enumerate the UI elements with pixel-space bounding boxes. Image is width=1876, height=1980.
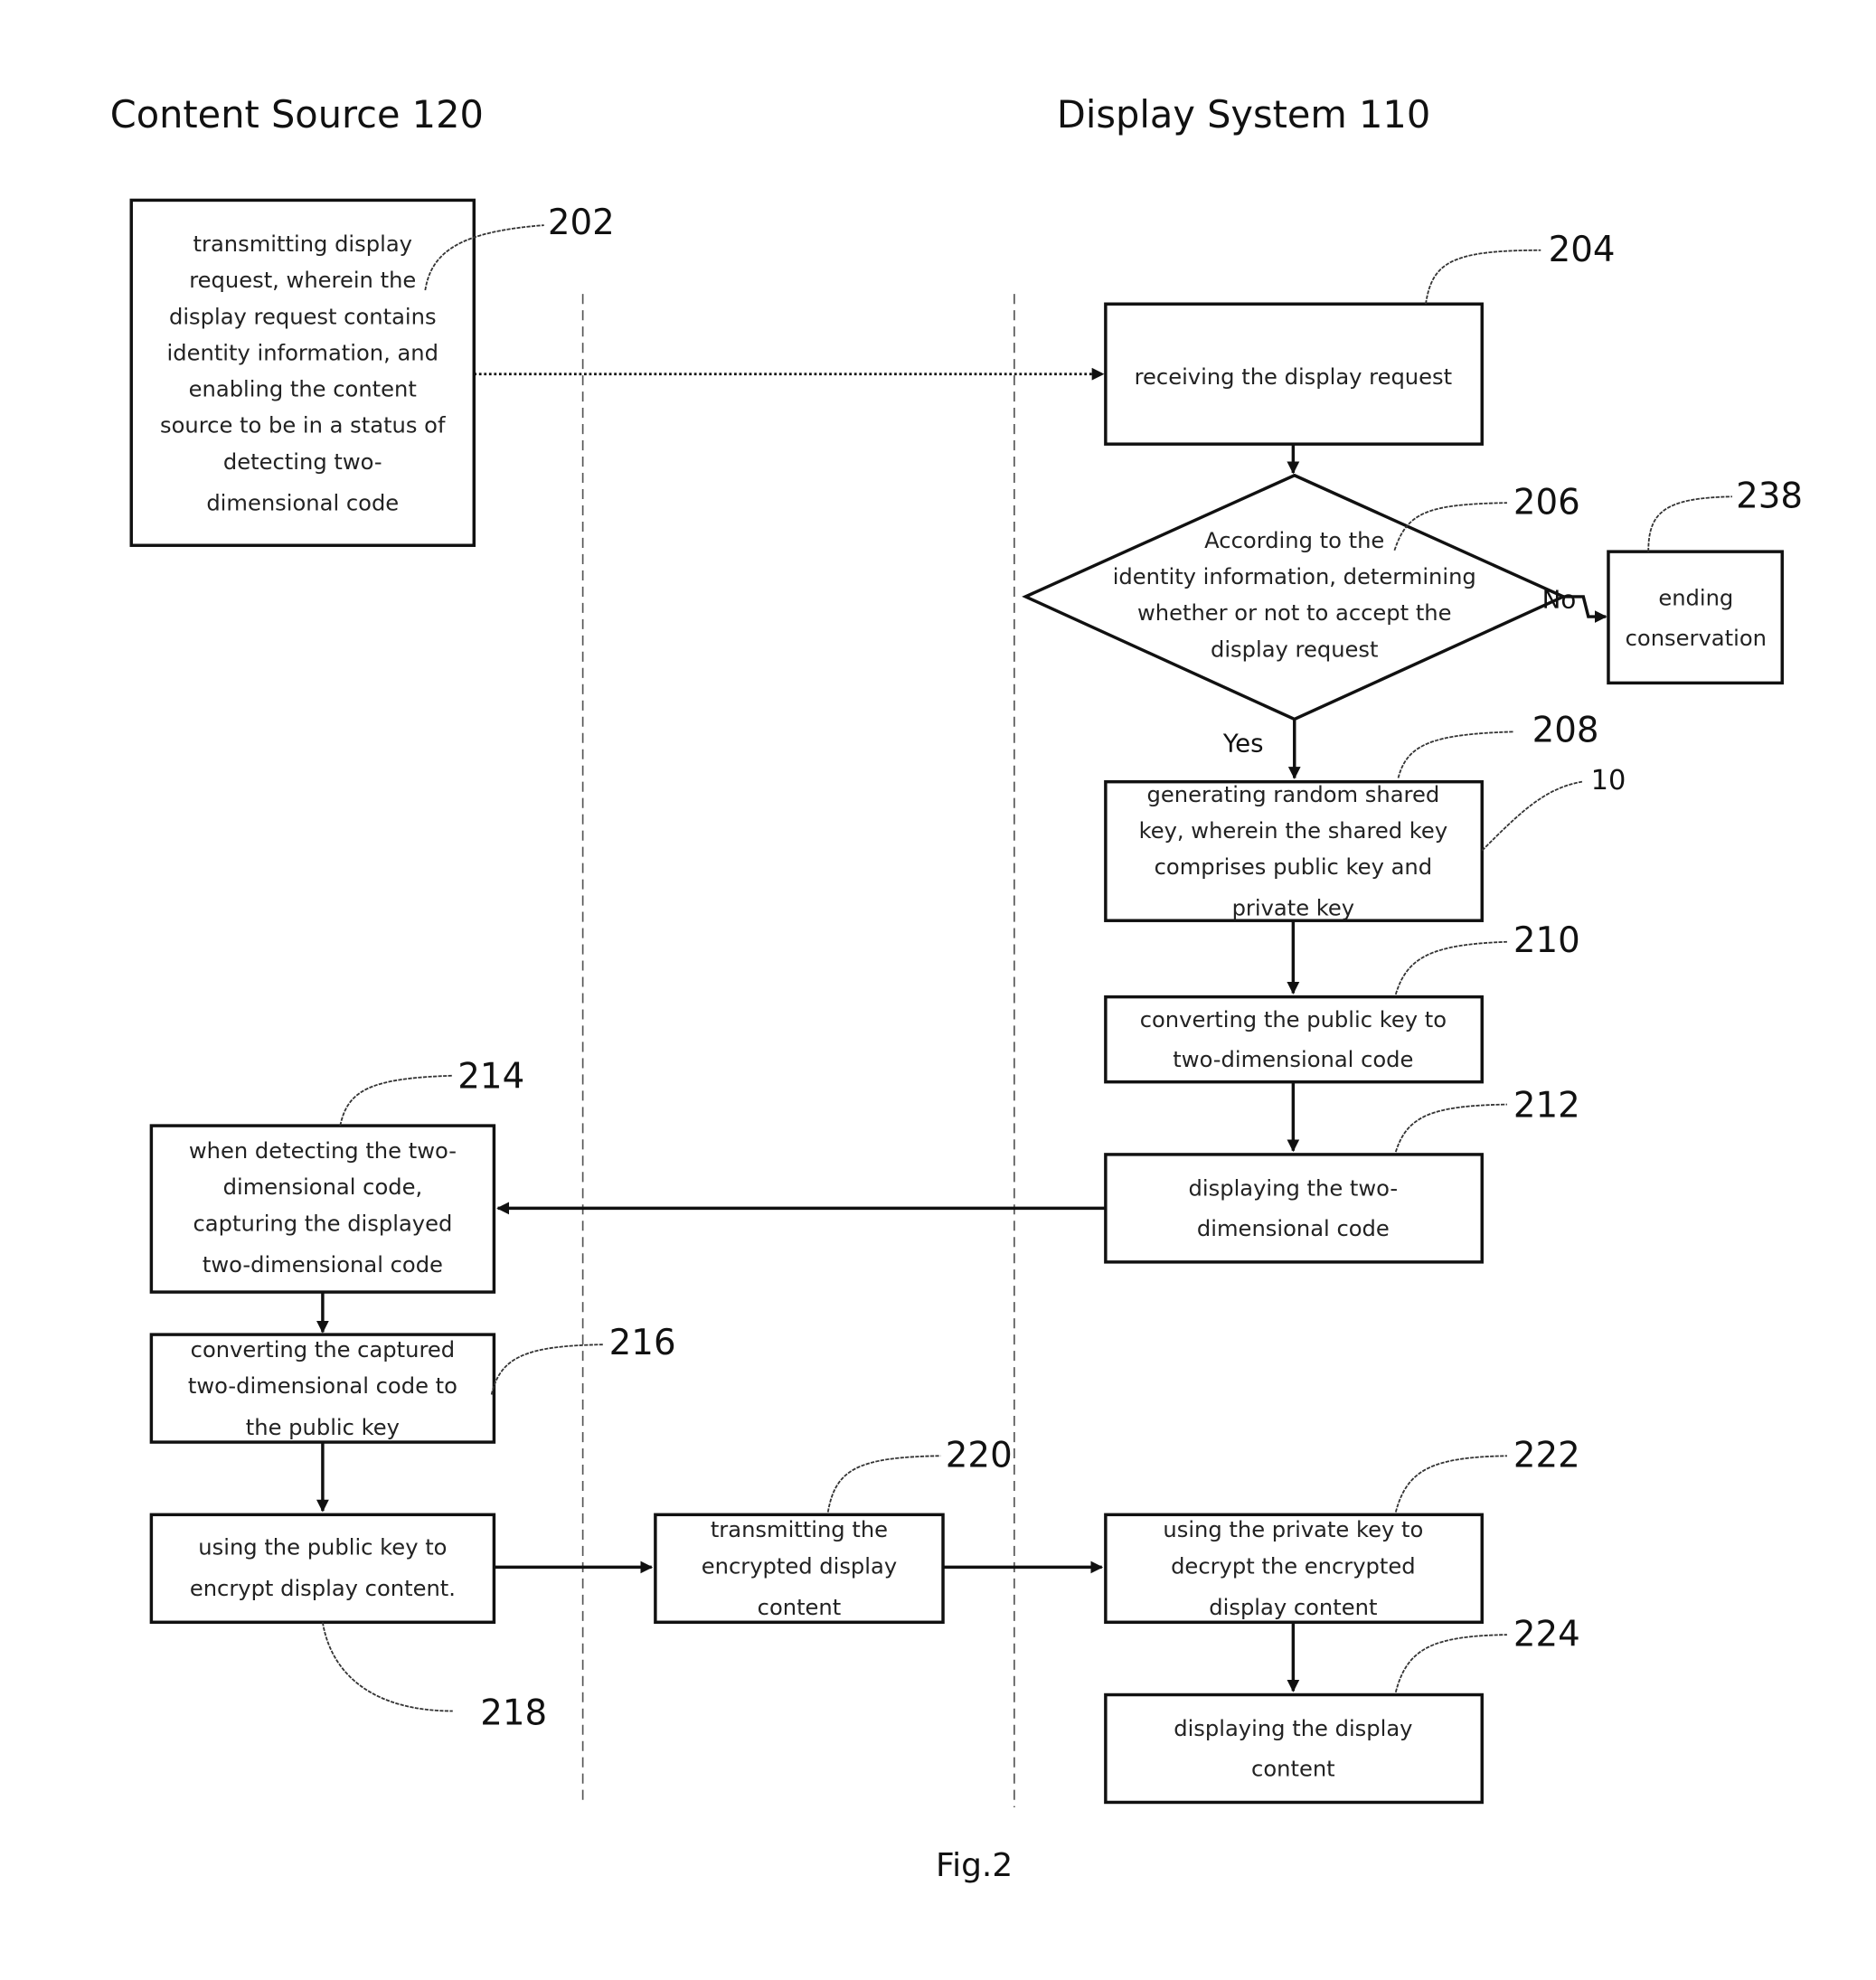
flowchart: Content Source 120 Display System 110 tr… (110, 92, 1803, 1884)
decision-206: According to the identity information, d… (1022, 473, 1580, 721)
leader-210 (1394, 940, 1507, 995)
branch-label-no: No (1542, 584, 1577, 614)
leader-204 (1425, 249, 1541, 305)
svg-text:using the private key to: using the private key to (1163, 1517, 1423, 1542)
ref-210: 210 (1513, 920, 1580, 961)
ref-220: 220 (946, 1436, 1013, 1476)
leader-220 (826, 1455, 941, 1513)
leader-10 (1481, 780, 1583, 852)
figure-caption: Fig.2 (936, 1847, 1013, 1884)
step-212-text-1: displaying the two- (1189, 1176, 1399, 1202)
svg-text:converting the captured: converting the captured (191, 1337, 455, 1362)
lane-title-content-source: Content Source 120 (110, 92, 484, 137)
leader-218 (322, 1622, 453, 1712)
step-218-text-2: encrypt display content. (190, 1576, 456, 1601)
step-220: transmitting the encrypted display conte… (654, 1436, 1013, 1625)
step-224-text-2: content (1251, 1756, 1335, 1781)
svg-text:key, wherein the shared key: key, wherein the shared key (1139, 818, 1448, 844)
step-214: when detecting the two- dimensional code… (149, 1057, 524, 1294)
svg-text:identity information, and: identity information, and (167, 340, 438, 365)
ref-218: 218 (480, 1693, 547, 1734)
step-210: converting the public key to two-dimensi… (1104, 920, 1580, 1084)
svg-text:enabling the content: enabling the content (189, 377, 417, 402)
leader-212 (1394, 1103, 1507, 1153)
svg-text:display request: display request (1211, 636, 1379, 662)
ref-214: 214 (457, 1057, 524, 1098)
ref-206: 206 (1513, 483, 1580, 523)
leader-208 (1397, 731, 1513, 778)
svg-text:identity information, determin: identity information, determining (1113, 564, 1476, 589)
step-204: receiving the display request 204 (1104, 230, 1616, 446)
ref-208: 208 (1532, 710, 1599, 750)
step-224-text-1: displaying the display (1174, 1716, 1412, 1741)
step-202: transmitting display request, wherein th… (129, 198, 615, 547)
svg-text:when detecting the two-: when detecting the two- (189, 1138, 457, 1164)
leader-216 (490, 1344, 603, 1395)
svg-text:source to be in a status of: source to be in a status of (160, 413, 446, 438)
leader-214 (339, 1074, 453, 1127)
leader-238 (1647, 495, 1732, 552)
svg-text:comprises public key and: comprises public key and (1155, 854, 1432, 880)
step-212: displaying the two- dimensional code 212 (1104, 1085, 1580, 1264)
step-238: ending conservation 238 (1607, 476, 1803, 685)
ref-238: 238 (1736, 476, 1803, 517)
ref-10: 10 (1591, 765, 1626, 797)
svg-text:According to the: According to the (1204, 528, 1384, 553)
svg-text:display request contains: display request contains (169, 304, 437, 329)
step-222: using the private key to decrypt the enc… (1104, 1436, 1580, 1625)
svg-text:display content: display content (1209, 1595, 1377, 1620)
step-218: using the public key to encrypt display … (149, 1513, 547, 1734)
step-210-text-2: two-dimensional code (1173, 1047, 1413, 1072)
step-204-text: receiving the display request (1135, 364, 1453, 390)
svg-text:transmitting the: transmitting the (711, 1517, 888, 1542)
step-224: displaying the display content 224 (1104, 1615, 1580, 1805)
svg-text:the public key: the public key (246, 1415, 400, 1440)
svg-text:two-dimensional code to: two-dimensional code to (188, 1373, 457, 1399)
ref-216: 216 (609, 1323, 676, 1363)
lane-title-display-system: Display System 110 (1057, 92, 1430, 137)
svg-text:whether or not to accept the: whether or not to accept the (1137, 600, 1452, 626)
svg-text:dimensional code: dimensional code (206, 490, 399, 515)
svg-text:encrypted display: encrypted display (702, 1553, 897, 1579)
step-208: generating random shared key, wherein th… (1104, 710, 1626, 922)
svg-text:two-dimensional code: two-dimensional code (203, 1252, 443, 1278)
step-238-text-1: ending (1658, 586, 1733, 611)
leader-224 (1394, 1634, 1507, 1692)
branch-label-yes: Yes (1222, 728, 1264, 758)
ref-212: 212 (1513, 1085, 1580, 1126)
leader-222 (1394, 1455, 1507, 1513)
ref-204: 204 (1549, 230, 1616, 270)
svg-text:generating random shared: generating random shared (1147, 782, 1440, 807)
svg-text:private key: private key (1232, 896, 1355, 921)
svg-text:dimensional code,: dimensional code, (223, 1174, 423, 1200)
step-212-text-2: dimensional code (1197, 1216, 1390, 1241)
step-238-text-2: conservation (1626, 626, 1767, 651)
svg-text:decrypt the encrypted: decrypt the encrypted (1171, 1553, 1416, 1579)
step-216: converting the captured two-dimensional … (149, 1323, 676, 1444)
svg-text:capturing the displayed: capturing the displayed (193, 1211, 452, 1236)
step-210-text-1: converting the public key to (1140, 1007, 1447, 1032)
ref-222: 222 (1513, 1436, 1580, 1476)
svg-text:request, wherein the: request, wherein the (189, 268, 416, 293)
ref-224: 224 (1513, 1615, 1580, 1655)
svg-text:transmitting display: transmitting display (193, 231, 412, 257)
svg-text:content: content (758, 1595, 842, 1620)
step-218-text-1: using the public key to (198, 1535, 447, 1560)
svg-text:detecting two-: detecting two- (223, 449, 382, 475)
ref-202: 202 (548, 203, 615, 243)
